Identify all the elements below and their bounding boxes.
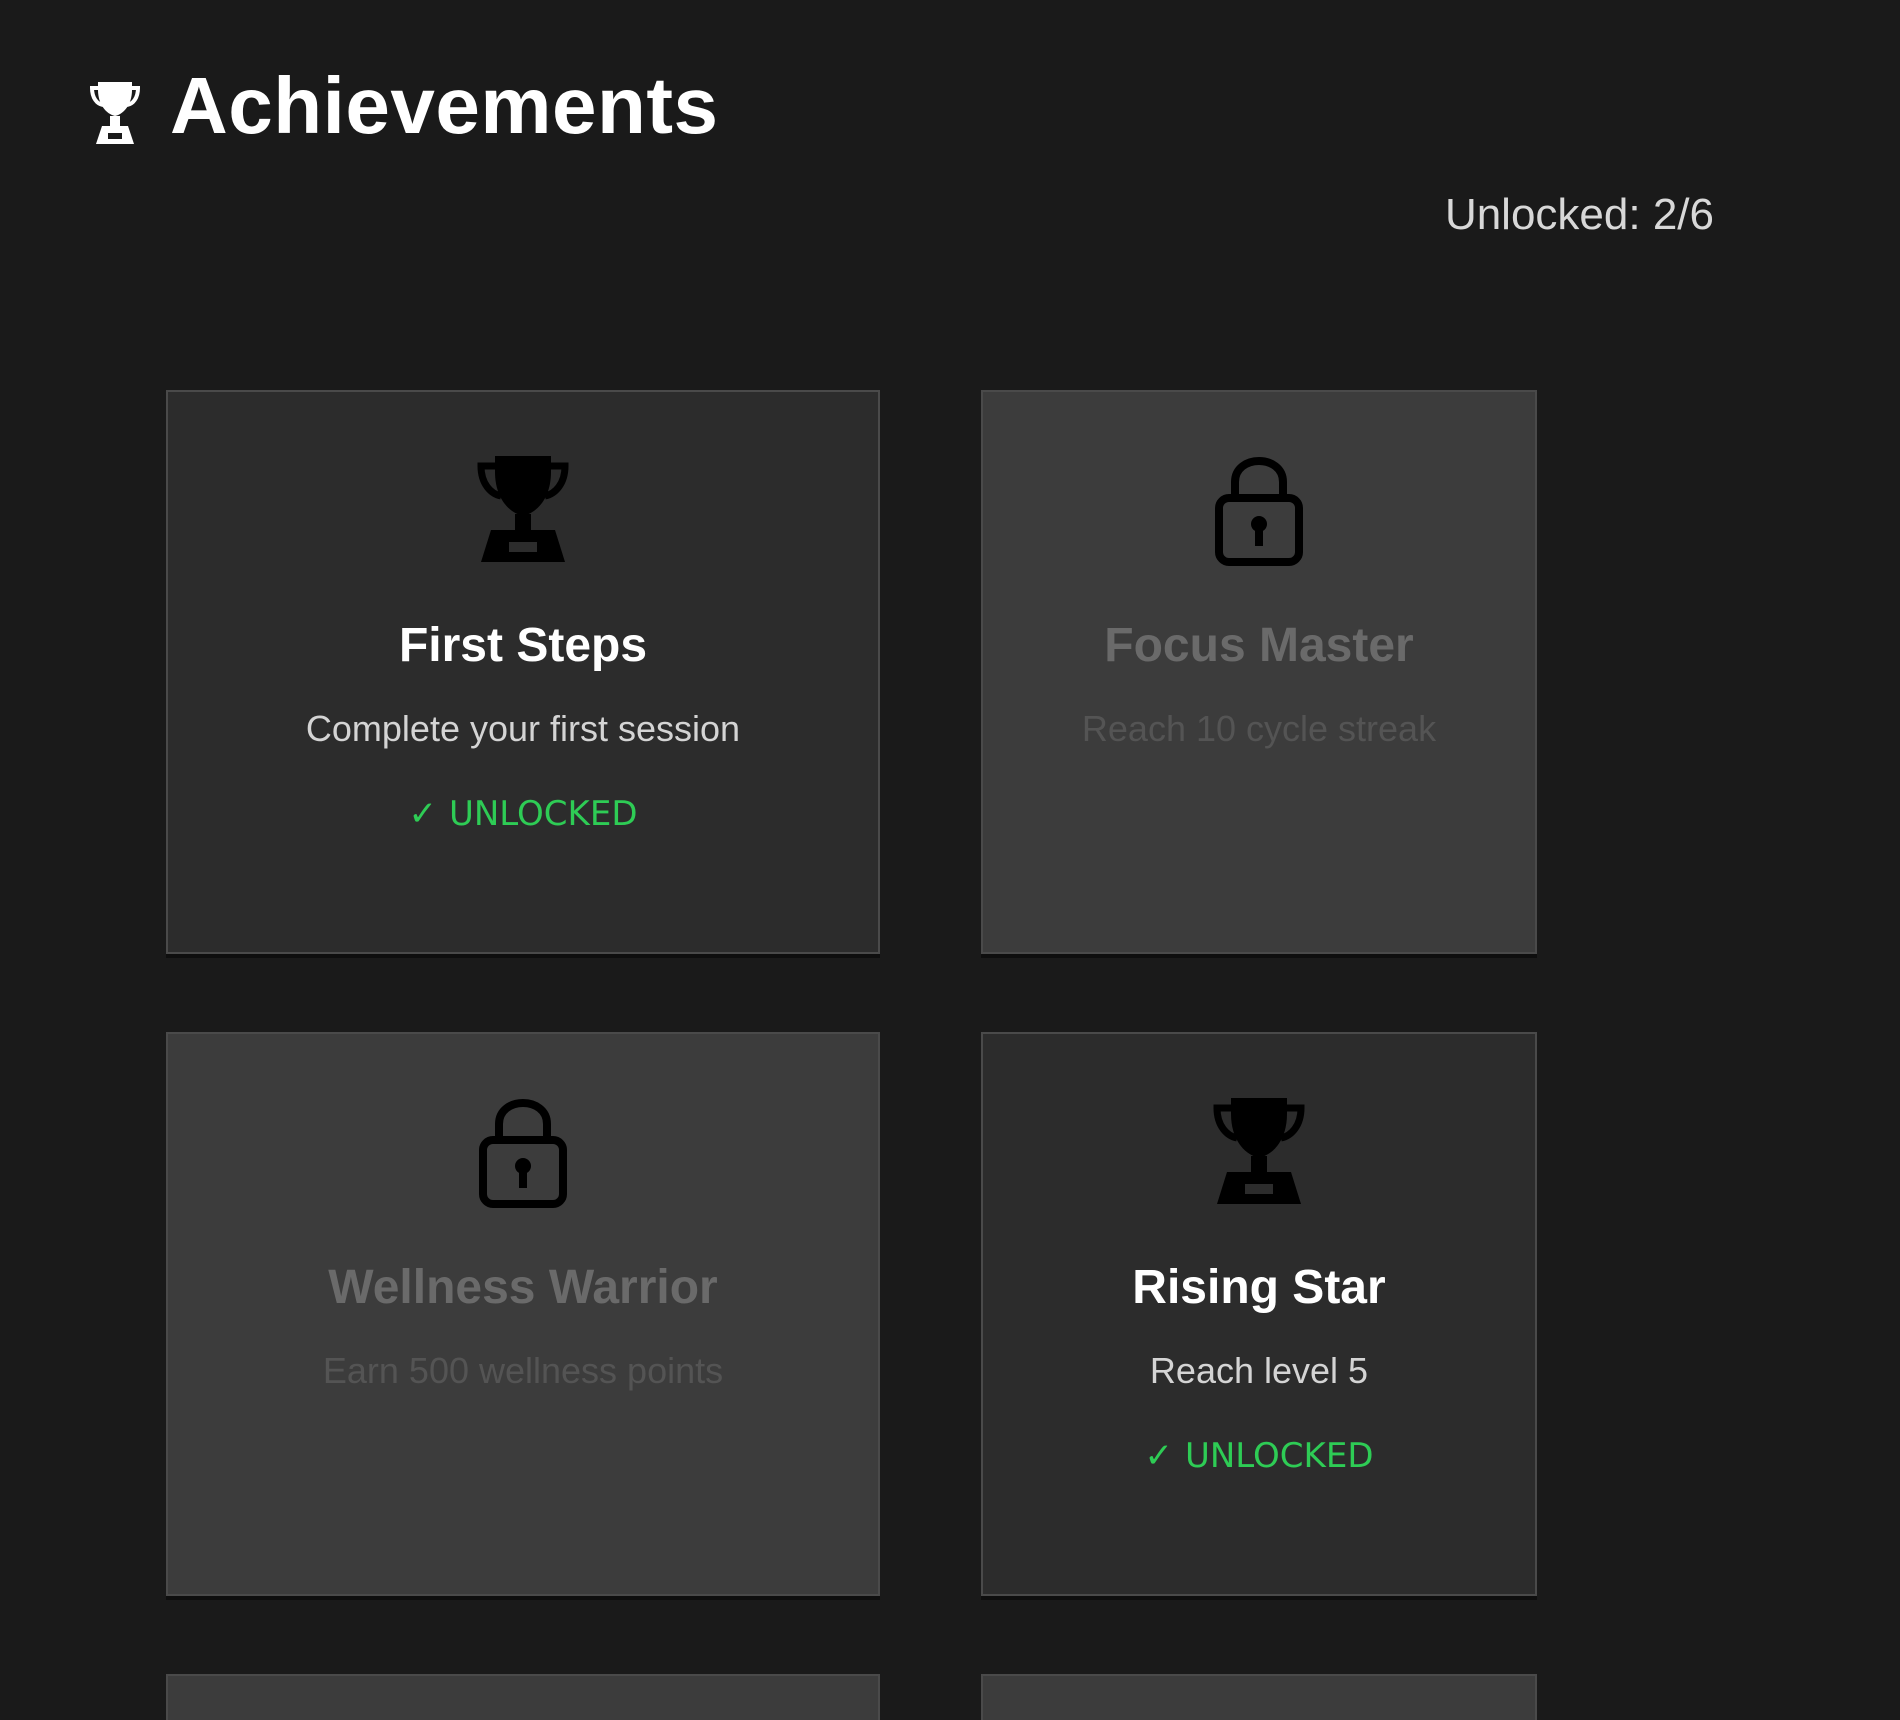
unlocked-count: Unlocked: 2/6 xyxy=(1444,190,1714,239)
lock-icon xyxy=(1209,450,1309,566)
page-title: Achievements xyxy=(170,61,719,150)
trophy-icon xyxy=(473,450,573,566)
achievement-card-first-steps[interactable]: First Steps Complete your first session … xyxy=(166,390,880,954)
trophy-icon xyxy=(88,78,142,148)
achievement-title: Focus Master xyxy=(1104,619,1414,672)
achievement-description: Reach level 5 xyxy=(1149,1350,1369,1391)
achievement-description: Complete your first session xyxy=(305,708,741,749)
achievement-description: Reach 10 cycle streak xyxy=(1081,708,1437,749)
status-badge: ✓ UNLOCKED xyxy=(168,794,878,834)
achievement-title: First Steps xyxy=(398,619,648,672)
status-label: UNLOCKED xyxy=(1184,1436,1374,1476)
status-label: UNLOCKED xyxy=(448,794,638,834)
achievement-title: Wellness Warrior xyxy=(328,1261,718,1314)
achievement-description: Earn 500 wellness points xyxy=(322,1350,724,1391)
check-icon: ✓ xyxy=(1144,1436,1173,1476)
lock-icon xyxy=(473,1092,573,1208)
trophy-icon xyxy=(1209,1092,1309,1208)
achievement-card-focus-master[interactable]: Focus Master Reach 10 cycle streak xyxy=(981,390,1537,954)
achievement-card-partial[interactable] xyxy=(166,1674,880,1720)
achievement-title: Rising Star xyxy=(1132,1261,1386,1314)
check-icon: ✓ xyxy=(408,794,437,834)
page-header: Achievements xyxy=(88,56,718,156)
achievement-card-wellness-warrior[interactable]: Wellness Warrior Earn 500 wellness point… xyxy=(166,1032,880,1596)
achievement-card-partial[interactable] xyxy=(981,1674,1537,1720)
achievement-card-rising-star[interactable]: Rising Star Reach level 5 ✓ UNLOCKED xyxy=(981,1032,1537,1596)
status-badge: ✓ UNLOCKED xyxy=(983,1436,1535,1476)
